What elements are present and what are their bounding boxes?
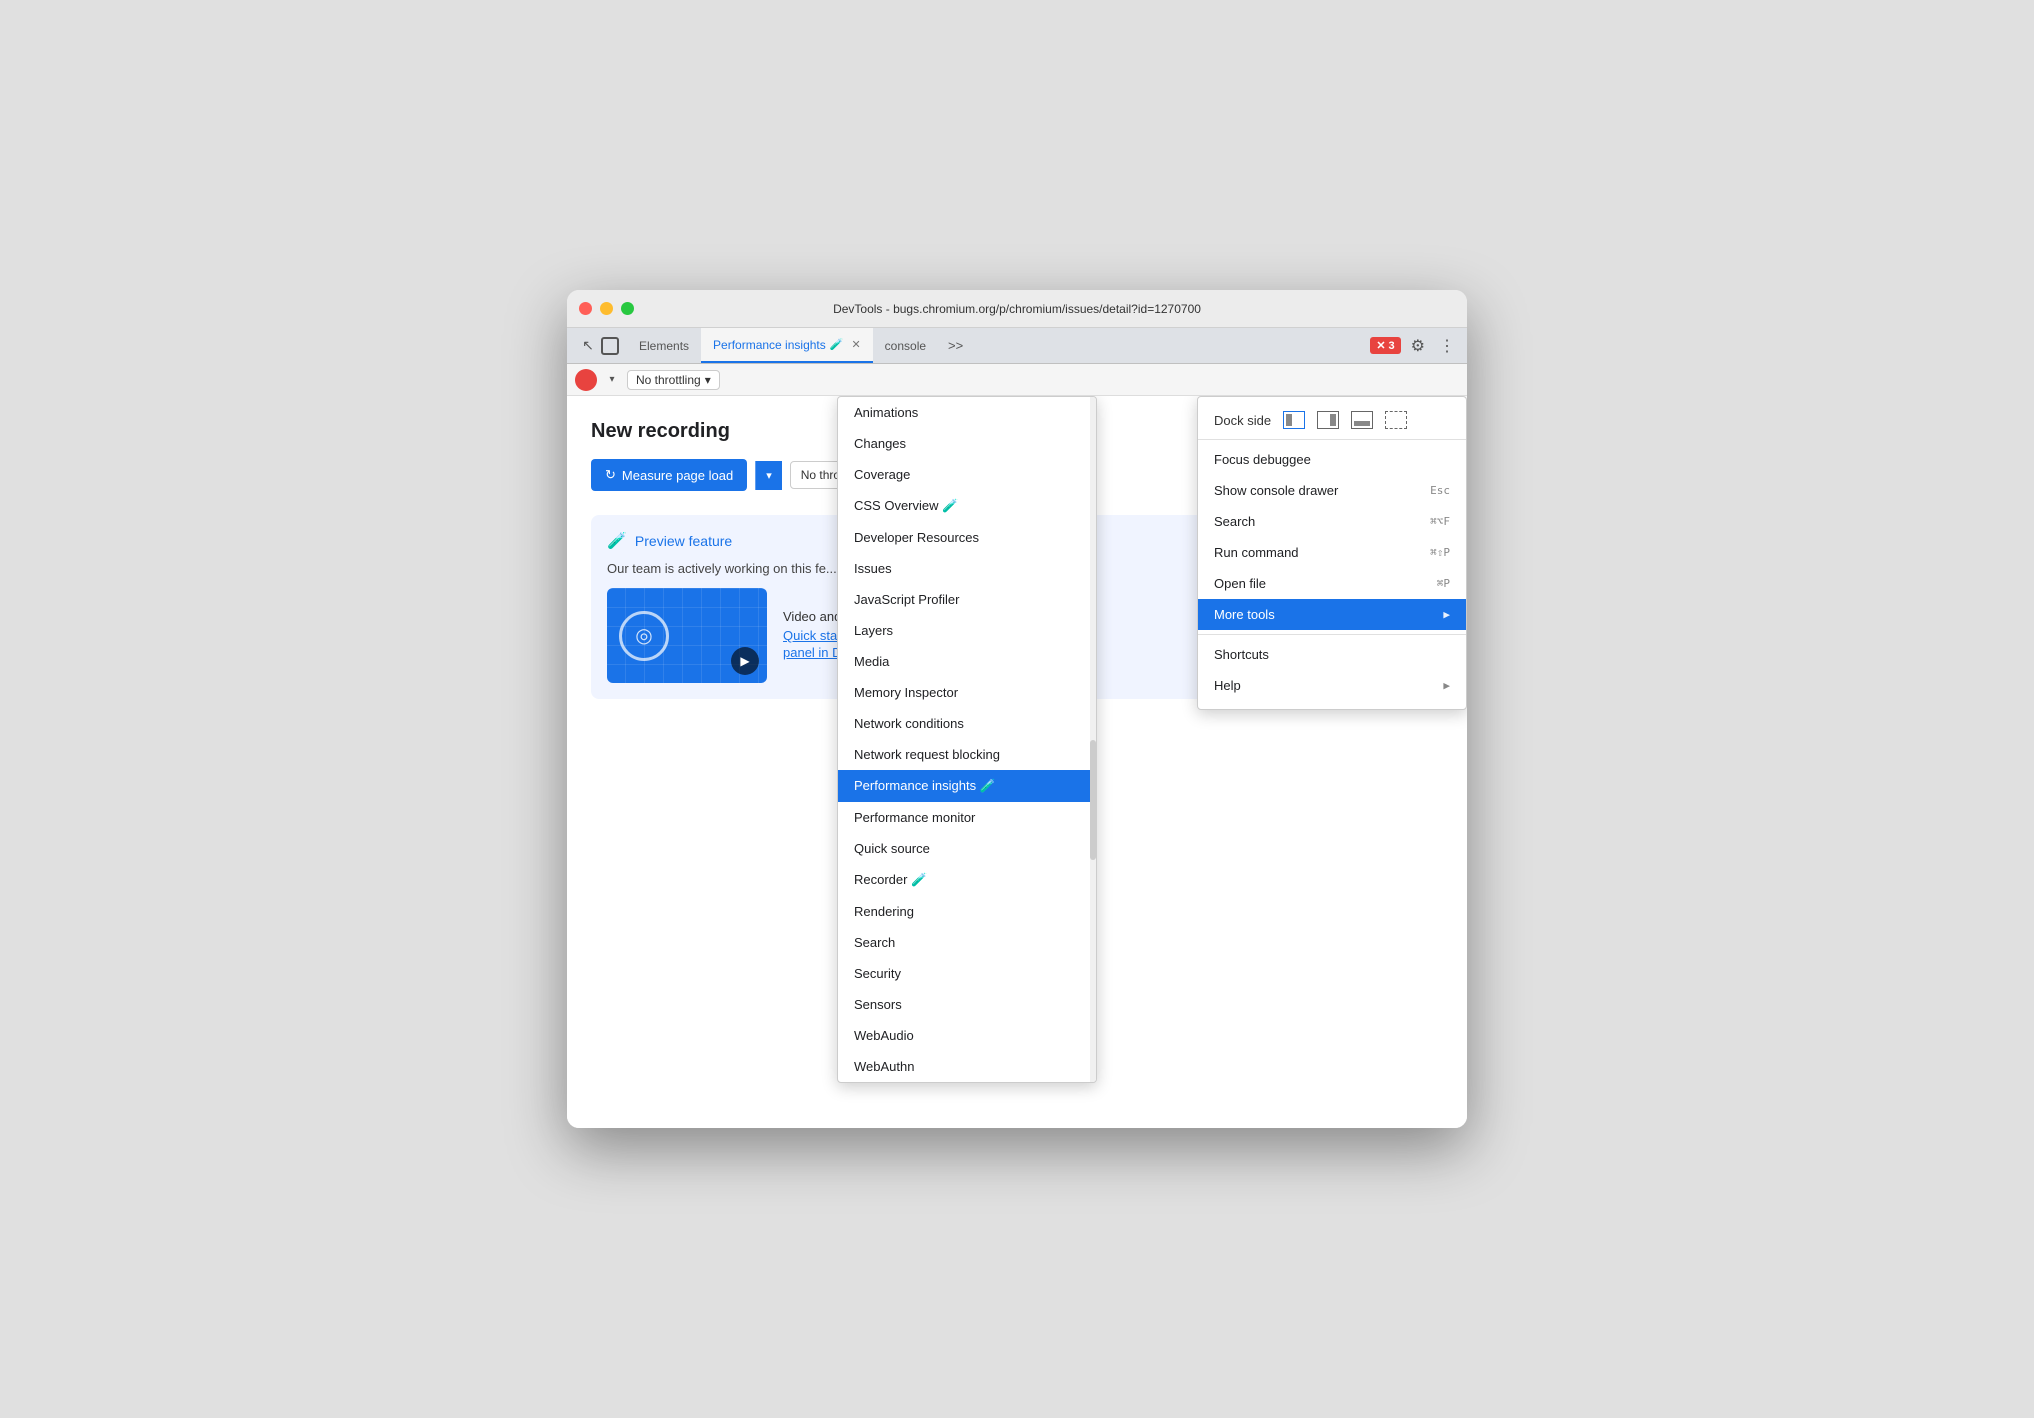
- preview-feature-label: Preview feature: [635, 533, 732, 549]
- dock-separate-button[interactable]: [1385, 411, 1407, 429]
- video-play-icon[interactable]: ▶: [731, 647, 759, 675]
- more-tools-item-recorder[interactable]: Recorder 🧪: [838, 864, 1096, 896]
- run-command-item[interactable]: Run command ⌘⇧P: [1198, 537, 1466, 568]
- settings-icon[interactable]: ⚙: [1407, 334, 1429, 358]
- more-tools-item-css-overview[interactable]: CSS Overview 🧪: [838, 490, 1096, 522]
- more-tools-item-developer-resources[interactable]: Developer Resources: [838, 522, 1096, 553]
- menu-divider-2: [1198, 634, 1466, 635]
- focus-debuggee-item[interactable]: Focus debuggee: [1198, 444, 1466, 475]
- error-badge[interactable]: ✕ 3: [1370, 337, 1400, 354]
- devtools-window: DevTools - bugs.chromium.org/p/chromium/…: [567, 290, 1467, 1128]
- tab-performance-insights[interactable]: Performance insights 🧪 ✕: [701, 328, 873, 363]
- tab-console[interactable]: console: [873, 328, 938, 363]
- open-file-item[interactable]: Open file ⌘P: [1198, 568, 1466, 599]
- close-button[interactable]: [579, 302, 592, 315]
- tab-icons: ↖: [571, 328, 627, 363]
- dock-bottom-indicator: [1354, 421, 1370, 426]
- more-tools-item-media[interactable]: Media: [838, 646, 1096, 677]
- window-controls: [579, 302, 634, 315]
- more-options-icon[interactable]: ⋮: [1435, 334, 1459, 358]
- minimize-button[interactable]: [600, 302, 613, 315]
- shortcuts-item[interactable]: Shortcuts: [1198, 639, 1466, 670]
- more-tools-list: AnimationsChangesCoverageCSS Overview 🧪D…: [838, 397, 1096, 1082]
- error-icon: ✕: [1376, 339, 1385, 352]
- more-tools-item-security[interactable]: Security: [838, 958, 1096, 989]
- more-tools-item-search[interactable]: Search: [838, 927, 1096, 958]
- more-tools-item[interactable]: More tools ▶: [1198, 599, 1466, 630]
- more-tools-arrow: ▶: [1443, 608, 1450, 621]
- video-thumbnail: ◎ ▶: [607, 588, 767, 683]
- menu-divider-1: [1198, 439, 1466, 440]
- reload-icon: ↻: [605, 467, 616, 483]
- more-tools-item-webauthn[interactable]: WebAuthn: [838, 1051, 1096, 1082]
- throttle-arrow-icon: ▾: [705, 373, 711, 387]
- more-tools-item-network-conditions[interactable]: Network conditions: [838, 708, 1096, 739]
- more-tools-item-rendering[interactable]: Rendering: [838, 896, 1096, 927]
- throttle-select[interactable]: No throttling ▾: [627, 370, 720, 390]
- more-tools-item-javascript-profiler[interactable]: JavaScript Profiler: [838, 584, 1096, 615]
- measure-dropdown-button[interactable]: ▾: [755, 461, 782, 490]
- dock-side-row: Dock side: [1198, 405, 1466, 435]
- search-item[interactable]: Search ⌘⌥F: [1198, 506, 1466, 537]
- more-tools-item-layers[interactable]: Layers: [838, 615, 1096, 646]
- more-tools-item-quick-source[interactable]: Quick source: [838, 833, 1096, 864]
- tab-elements[interactable]: Elements: [627, 328, 701, 363]
- more-tools-item-network-request-blocking[interactable]: Network request blocking: [838, 739, 1096, 770]
- dock-left-button[interactable]: [1283, 411, 1305, 429]
- more-tools-item-webaudio[interactable]: WebAudio: [838, 1020, 1096, 1051]
- devtools-content: New recording ↻ Measure page load ▾ No t…: [567, 396, 1467, 1128]
- tab-right-controls: ✕ 3 ⚙ ⋮: [1370, 334, 1463, 358]
- more-tools-item-animations[interactable]: Animations: [838, 397, 1096, 428]
- record-dropdown[interactable]: ▾: [603, 369, 621, 391]
- help-arrow: ▶: [1443, 679, 1450, 692]
- more-tools-item-sensors[interactable]: Sensors: [838, 989, 1096, 1020]
- show-console-drawer-item[interactable]: Show console drawer Esc: [1198, 475, 1466, 506]
- element-picker-icon[interactable]: [601, 337, 619, 355]
- tab-bar: ↖ Elements Performance insights 🧪 ✕ cons…: [567, 328, 1467, 364]
- more-tools-item-changes[interactable]: Changes: [838, 428, 1096, 459]
- more-tools-item-coverage[interactable]: Coverage: [838, 459, 1096, 490]
- scrollbar-track: [1090, 397, 1096, 1082]
- video-circle-icon: ◎: [619, 611, 669, 661]
- tab-close-icon[interactable]: ✕: [851, 338, 860, 351]
- maximize-button[interactable]: [621, 302, 634, 315]
- more-tools-dropdown: AnimationsChangesCoverageCSS Overview 🧪D…: [837, 396, 1097, 1083]
- more-tabs-button[interactable]: >>: [942, 338, 969, 353]
- show-console-shortcut: Esc: [1430, 484, 1450, 497]
- main-options-dropdown: Dock side: [1197, 396, 1467, 710]
- devtools-toolbar: ▾ No throttling ▾: [567, 364, 1467, 396]
- help-item[interactable]: Help ▶: [1198, 670, 1466, 701]
- measure-page-load-button[interactable]: ↻ Measure page load: [591, 459, 747, 491]
- window-title: DevTools - bugs.chromium.org/p/chromium/…: [833, 302, 1201, 316]
- dock-left-indicator: [1286, 414, 1292, 426]
- run-command-shortcut: ⌘⇧P: [1430, 546, 1450, 559]
- cursor-icon[interactable]: ↖: [579, 337, 597, 355]
- devtools-body: ↖ Elements Performance insights 🧪 ✕ cons…: [567, 328, 1467, 1128]
- dock-right-indicator: [1330, 414, 1336, 426]
- more-tools-item-issues[interactable]: Issues: [838, 553, 1096, 584]
- record-button[interactable]: [575, 369, 597, 391]
- open-file-shortcut: ⌘P: [1437, 577, 1450, 590]
- flask-icon: 🧪: [607, 531, 627, 551]
- search-shortcut: ⌘⌥F: [1430, 515, 1450, 528]
- scrollbar-thumb[interactable]: [1090, 740, 1096, 860]
- more-tools-item-memory-inspector[interactable]: Memory Inspector: [838, 677, 1096, 708]
- more-tools-item-performance-monitor[interactable]: Performance monitor: [838, 802, 1096, 833]
- titlebar: DevTools - bugs.chromium.org/p/chromium/…: [567, 290, 1467, 328]
- dock-side-label: Dock side: [1214, 413, 1271, 428]
- dock-bottom-button[interactable]: [1351, 411, 1373, 429]
- more-tools-item-performance-insights[interactable]: Performance insights 🧪: [838, 770, 1096, 802]
- dock-right-button[interactable]: [1317, 411, 1339, 429]
